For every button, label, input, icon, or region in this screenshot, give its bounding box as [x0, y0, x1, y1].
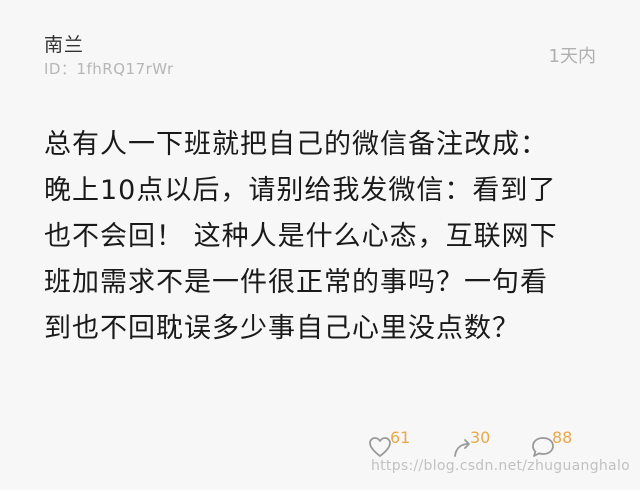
- post-card: 南兰 ID：1fhRQ17rWr 1天内 总有人一下班就把自己的微信备注改成： …: [0, 0, 640, 490]
- author-id: ID：1fhRQ17rWr: [44, 60, 174, 78]
- post-time: 1天内: [548, 46, 596, 67]
- post-body-line: 也不会回！ 这种人是什么心态，互联网下: [44, 221, 558, 252]
- heart-icon: [369, 437, 391, 457]
- watermark: https://blog.csdn.net/zhuguanghalo: [370, 458, 630, 474]
- comment-count: 88: [552, 428, 573, 447]
- post-body-line: 总有人一下班就把自己的微信备注改成：: [44, 129, 548, 160]
- post-body-line: 到也不回耽误多少事自己心里没点数？: [44, 313, 520, 344]
- like-count: 61: [390, 428, 411, 447]
- share-count: 30: [470, 428, 491, 447]
- author-name[interactable]: 南兰: [44, 30, 84, 57]
- post-body-line: 班加需求不是一件很正常的事吗？一句看: [44, 267, 548, 298]
- post-body-line: 晚上10点以后，请别给我发微信：看到了: [44, 175, 557, 206]
- post-body: 总有人一下班就把自己的微信备注改成： 晚上10点以后，请别给我发微信：看到了 也…: [44, 122, 604, 352]
